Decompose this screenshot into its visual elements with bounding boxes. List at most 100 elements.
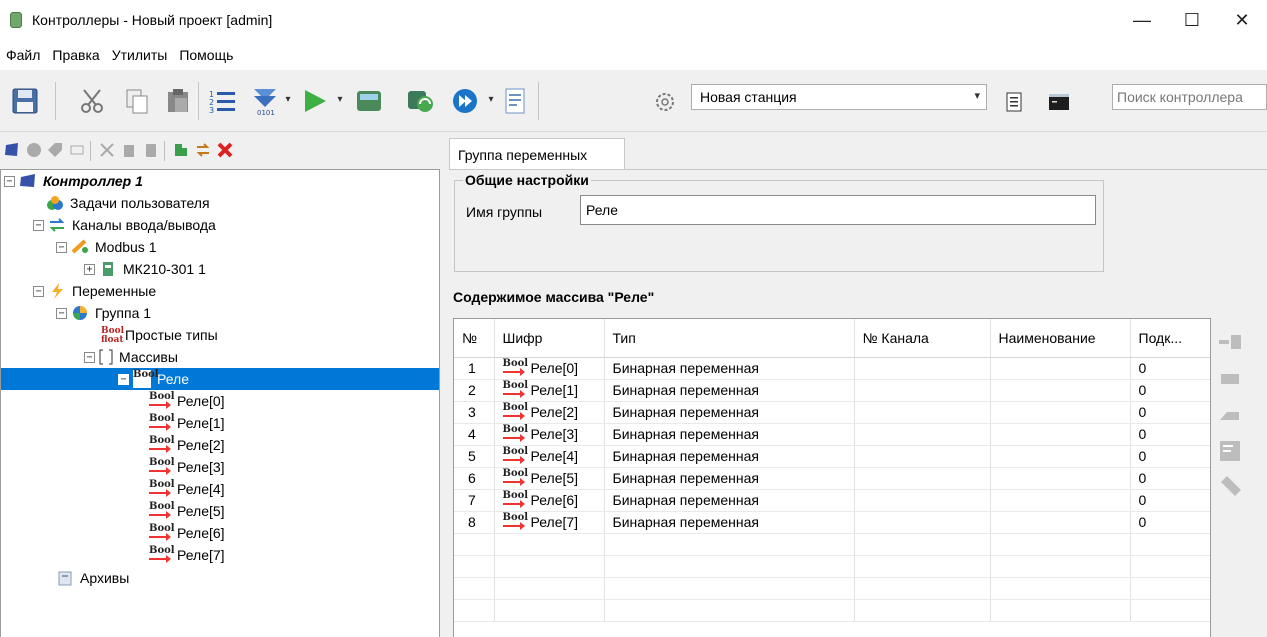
row-channel[interactable] — [854, 423, 991, 446]
column-header-number[interactable]: № — [454, 319, 495, 358]
tree-node-modbus[interactable]: − Modbus 1 — [56, 236, 156, 258]
tree-node-array-item[interactable]: Bool Реле[2] — [149, 434, 225, 456]
tree-node-array-item[interactable]: Bool Реле[3] — [149, 456, 225, 478]
table-row[interactable]: 8 Bool Реле[7] Бинарная переменная 0 — [454, 511, 1210, 534]
tree-node-simple-types[interactable]: Bool float Простые типы — [101, 324, 218, 346]
download-icon[interactable]: 0101 — [250, 86, 280, 116]
column-header-code[interactable]: Шифр — [494, 319, 605, 358]
row-type[interactable]: Бинарная переменная — [604, 489, 855, 512]
column-header-connection[interactable]: Подк... — [1130, 319, 1210, 358]
row-type[interactable]: Бинарная переменная — [604, 357, 855, 380]
connector-disabled-icon[interactable] — [1217, 366, 1243, 392]
report-icon[interactable] — [1005, 92, 1023, 112]
row-type[interactable]: Бинарная переменная — [604, 379, 855, 402]
row-name[interactable] — [990, 489, 1131, 512]
row-type[interactable]: Бинарная переменная — [604, 467, 855, 490]
import-icon[interactable] — [172, 141, 190, 159]
collapse-icon[interactable]: − — [33, 219, 44, 231]
minimize-button[interactable]: — — [1117, 0, 1167, 40]
row-name[interactable] — [990, 423, 1131, 446]
table-row[interactable]: 1 Bool Реле[0] Бинарная переменная 0 — [454, 357, 1210, 380]
cut-icon[interactable] — [78, 86, 108, 116]
chevron-down-icon[interactable]: ▾ — [974, 89, 980, 102]
row-code[interactable]: Bool Реле[2] — [494, 401, 605, 424]
step-icon[interactable] — [450, 86, 480, 116]
tree-node-module[interactable]: + МК210-301 1 — [84, 258, 206, 280]
row-name[interactable] — [990, 401, 1131, 424]
row-connection[interactable]: 0 — [1130, 423, 1210, 446]
row-channel[interactable] — [854, 379, 991, 402]
row-type[interactable]: Бинарная переменная — [604, 445, 855, 468]
row-channel[interactable] — [854, 467, 991, 490]
tree-node-array-item[interactable]: Bool Реле[1] — [149, 412, 225, 434]
table-row[interactable]: 7 Bool Реле[6] Бинарная переменная 0 — [454, 489, 1210, 512]
row-type[interactable]: Бинарная переменная — [604, 423, 855, 446]
collapse-icon[interactable]: − — [118, 373, 129, 385]
row-channel[interactable] — [854, 401, 991, 424]
tree-node-array-item[interactable]: Bool Реле[6] — [149, 522, 225, 544]
row-type[interactable]: Бинарная переменная — [604, 511, 855, 534]
run-icon[interactable] — [300, 86, 330, 116]
tree-node-controller[interactable]: − Контроллер 1 — [4, 170, 143, 192]
menu-utilities[interactable]: Утилиты — [112, 47, 168, 63]
table-row[interactable]: 2 Bool Реле[1] Бинарная переменная 0 — [454, 379, 1210, 402]
delete-disabled-icon[interactable] — [120, 141, 138, 159]
save-disabled-icon[interactable] — [142, 141, 160, 159]
console-icon[interactable] — [1048, 93, 1070, 111]
collapse-icon[interactable]: − — [33, 285, 44, 297]
column-header-type[interactable]: Тип — [604, 319, 855, 358]
module-disabled-icon[interactable] — [68, 141, 86, 159]
row-name[interactable] — [990, 467, 1131, 490]
tree-node-io-channels[interactable]: − Каналы ввода/вывода — [33, 214, 216, 236]
tree-node-array-item[interactable]: Bool Реле[4] — [149, 478, 225, 500]
row-code[interactable]: Bool Реле[3] — [494, 423, 605, 446]
sync-icon[interactable] — [405, 86, 435, 116]
table-row[interactable]: 4 Bool Реле[3] Бинарная переменная 0 — [454, 423, 1210, 446]
row-name[interactable] — [990, 511, 1131, 534]
link-disabled-icon[interactable] — [1217, 330, 1243, 356]
menu-edit[interactable]: Правка — [52, 47, 99, 63]
paste-icon[interactable] — [163, 86, 193, 116]
download-dropdown-icon[interactable]: ▾ — [283, 94, 293, 106]
compile-icon[interactable] — [354, 86, 384, 116]
maximize-button[interactable]: ☐ — [1167, 0, 1217, 40]
save-icon[interactable] — [10, 86, 40, 116]
row-name[interactable] — [990, 357, 1131, 380]
plug-disabled-icon[interactable] — [1217, 402, 1243, 428]
tag-disabled-icon[interactable] — [1217, 474, 1243, 500]
tab-variable-group[interactable]: Группа переменных — [449, 138, 625, 170]
row-channel[interactable] — [854, 489, 991, 512]
document-icon[interactable] — [500, 86, 530, 116]
collapse-icon[interactable]: − — [4, 175, 15, 187]
column-header-channel[interactable]: № Канала — [854, 319, 991, 358]
gear-disabled-icon[interactable] — [25, 141, 43, 159]
row-connection[interactable]: 0 — [1130, 511, 1210, 534]
form-disabled-icon[interactable] — [1217, 438, 1243, 464]
table-row[interactable]: 5 Bool Реле[4] Бинарная переменная 0 — [454, 445, 1210, 468]
row-type[interactable]: Бинарная переменная — [604, 401, 855, 424]
station-select[interactable]: Новая станция ▾ — [691, 84, 987, 110]
tag-disabled-icon[interactable] — [46, 141, 64, 159]
row-code[interactable]: Bool Реле[4] — [494, 445, 605, 468]
menu-file[interactable]: Файл — [6, 47, 40, 63]
tree-node-array-item[interactable]: Bool Реле[0] — [149, 390, 225, 412]
tree-node-group[interactable]: − Группа 1 — [56, 302, 151, 324]
tree-node-array-item[interactable]: Bool Реле[5] — [149, 500, 225, 522]
collapse-icon[interactable]: − — [84, 351, 95, 363]
row-name[interactable] — [990, 445, 1131, 468]
tree-node-user-tasks[interactable]: Задачи пользователя — [46, 192, 210, 214]
row-channel[interactable] — [854, 511, 991, 534]
row-code[interactable]: Bool Реле[6] — [494, 489, 605, 512]
row-connection[interactable]: 0 — [1130, 379, 1210, 402]
tree-node-variables[interactable]: − Переменные — [33, 280, 156, 302]
tree-node-arrays[interactable]: − Массивы — [84, 346, 178, 368]
row-connection[interactable]: 0 — [1130, 489, 1210, 512]
group-name-input[interactable] — [580, 195, 1096, 225]
collapse-icon[interactable]: − — [56, 241, 67, 253]
table-row[interactable]: 6 Bool Реле[5] Бинарная переменная 0 — [454, 467, 1210, 490]
row-code[interactable]: Bool Реле[7] — [494, 511, 605, 534]
row-code[interactable]: Bool Реле[1] — [494, 379, 605, 402]
collapse-icon[interactable]: − — [56, 307, 67, 319]
swap-icon[interactable] — [194, 141, 212, 159]
row-connection[interactable]: 0 — [1130, 467, 1210, 490]
